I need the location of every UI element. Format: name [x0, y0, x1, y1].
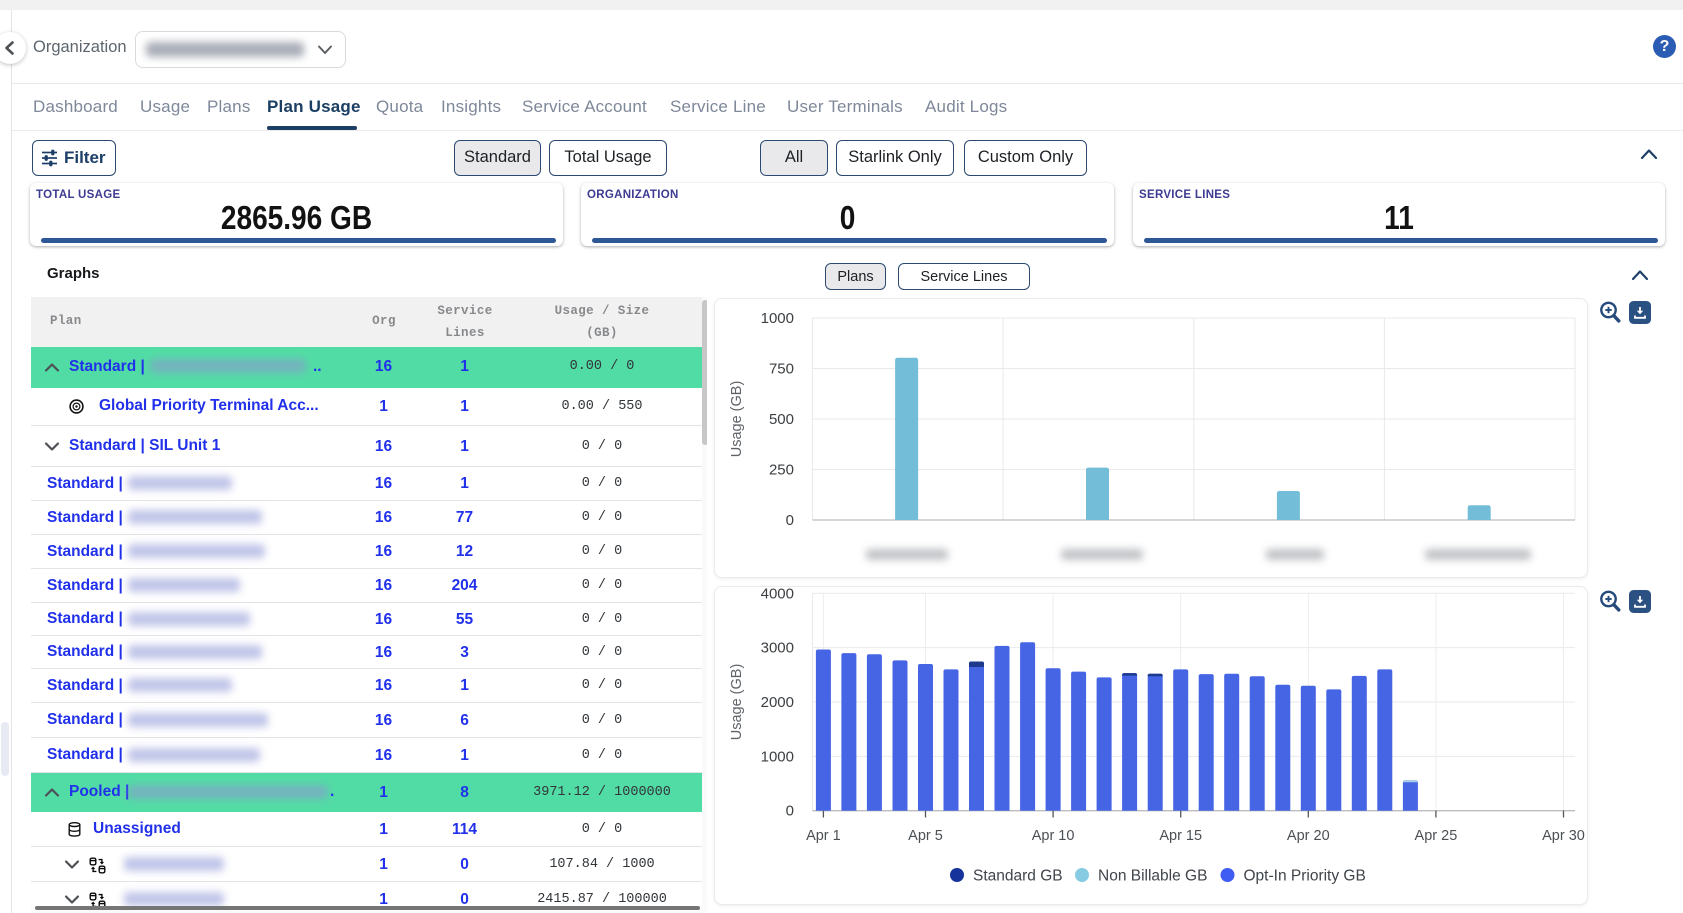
svg-text:Apr 15: Apr 15: [1159, 828, 1202, 844]
svg-text:250: 250: [769, 462, 794, 479]
svg-text:0: 0: [786, 512, 794, 529]
svg-text:Apr 1: Apr 1: [806, 828, 841, 844]
svg-text:1000: 1000: [761, 310, 794, 327]
svg-text:4000: 4000: [761, 586, 794, 602]
svg-text:Apr 10: Apr 10: [1032, 828, 1075, 844]
svg-text:1000: 1000: [761, 748, 794, 765]
svg-text:Usage (GB): Usage (GB): [729, 381, 745, 458]
svg-text:Apr 25: Apr 25: [1415, 828, 1458, 844]
svg-text:Apr 30: Apr 30: [1542, 828, 1585, 844]
svg-text:750: 750: [769, 361, 794, 378]
svg-text:3000: 3000: [761, 640, 794, 657]
svg-text:500: 500: [769, 411, 794, 428]
svg-text:Standard GB: Standard GB: [973, 868, 1063, 885]
svg-text:Usage (GB): Usage (GB): [729, 664, 745, 741]
svg-text:Apr 5: Apr 5: [908, 828, 943, 844]
svg-text:2000: 2000: [761, 694, 794, 711]
svg-text:Opt-In Priority GB: Opt-In Priority GB: [1244, 868, 1366, 885]
svg-text:Apr 20: Apr 20: [1287, 828, 1330, 844]
svg-text:0: 0: [786, 803, 794, 820]
svg-text:Non Billable GB: Non Billable GB: [1098, 868, 1207, 885]
